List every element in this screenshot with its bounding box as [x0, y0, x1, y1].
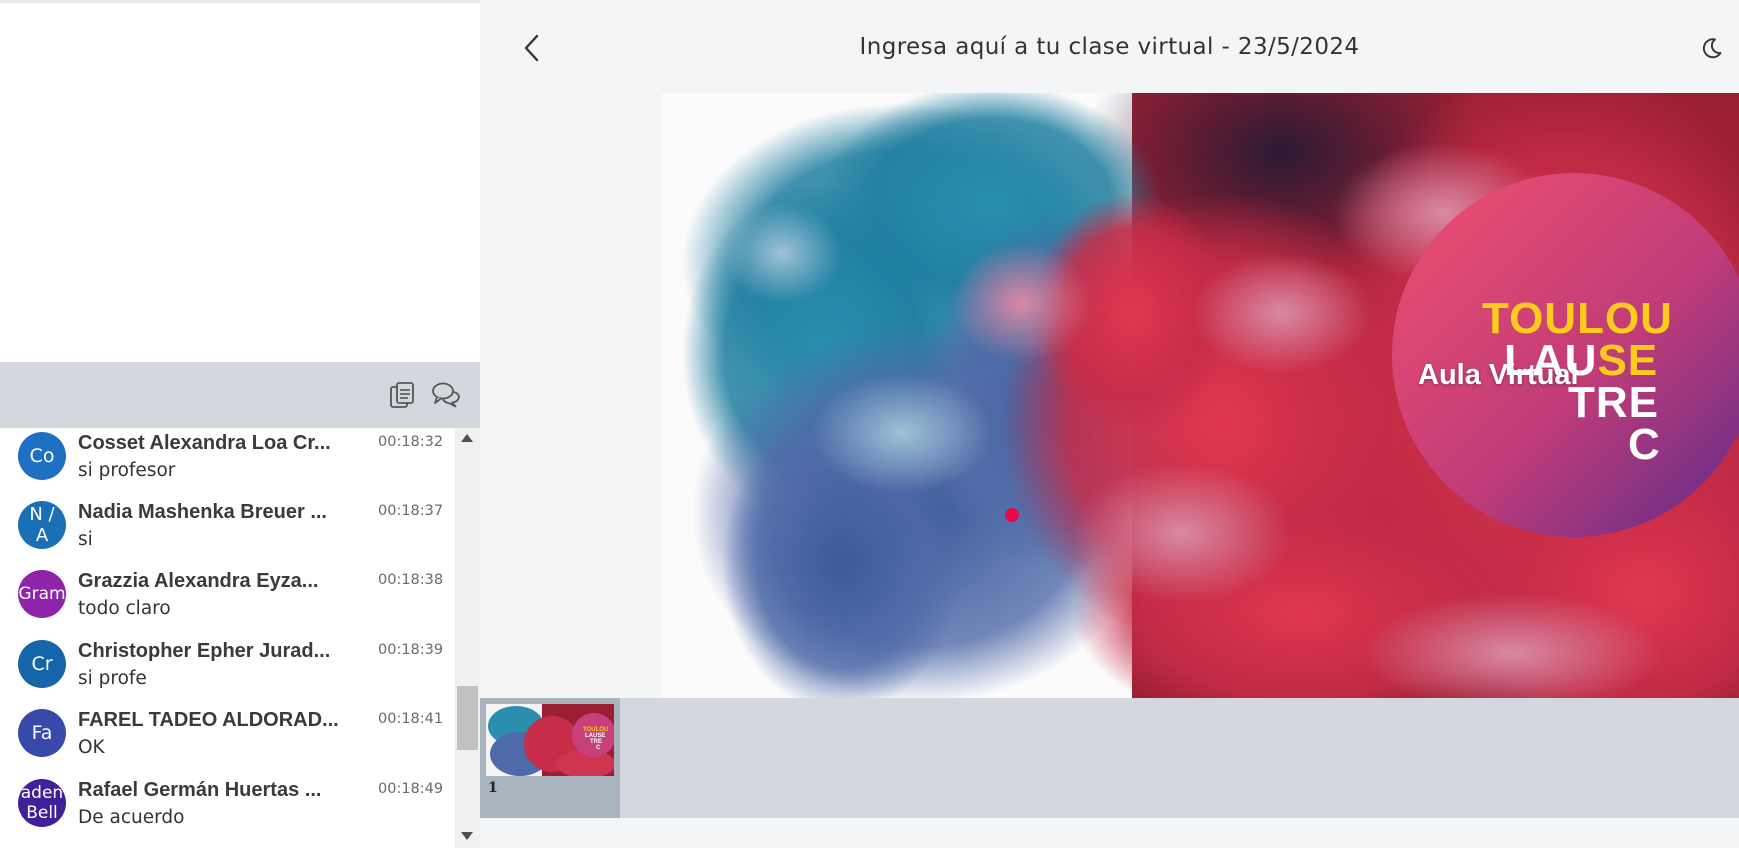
presentation-panel: Ingresa aquí a tu clase virtual - 23/5/2…	[480, 0, 1739, 848]
slide-thumbnail-strip: TOULOU LAUSE TRE C 1	[480, 698, 1739, 818]
theme-toggle-button[interactable]	[1700, 36, 1724, 60]
chat-message: Fa FAREL TADEO ALDORAD... 00:18:41 OK	[0, 705, 455, 775]
avatar: Cr	[18, 640, 66, 688]
logo-text-line: C	[1628, 420, 1661, 469]
chat-toolbar	[0, 362, 480, 428]
message-sender: Cosset Alexandra Loa Cr...	[78, 432, 331, 454]
presentation-title: Ingresa aquí a tu clase virtual - 23/5/2…	[859, 34, 1360, 60]
message-sender: Christopher Epher Jurad...	[78, 640, 331, 662]
chat-message: aden Bell Rafael Germán Huertas ... 00:1…	[0, 775, 455, 845]
left-panel: Co Cosset Alexandra Loa Cr... 00:18:32 s…	[0, 0, 480, 848]
message-sender: FAREL TADEO ALDORAD...	[78, 709, 339, 731]
message-text: todo claro	[78, 598, 171, 619]
message-time: 00:18:32	[378, 434, 444, 450]
moon-icon	[1702, 38, 1722, 59]
avatar: Gram	[18, 570, 66, 618]
message-time: 00:18:37	[378, 503, 444, 519]
slide-thumbnail[interactable]: TOULOU LAUSE TRE C 1	[480, 698, 620, 818]
slide-thumbnail-number: 1	[488, 780, 498, 796]
slide-thumbnail-image: TOULOU LAUSE TRE C	[486, 704, 614, 776]
avatar: aden Bell	[18, 779, 66, 827]
clipboard-icon[interactable]	[386, 379, 418, 411]
chat-message: Gram Grazzia Alexandra Eyza... 00:18:38 …	[0, 566, 455, 636]
presenter-pointer	[1005, 508, 1019, 522]
scroll-down-arrow-icon[interactable]	[461, 832, 473, 840]
message-sender: Rafael Germán Huertas ...	[78, 779, 322, 801]
logo-text-line: LAUSE	[1504, 336, 1659, 385]
chat-bubbles-icon[interactable]	[430, 379, 462, 411]
message-time: 00:18:49	[378, 781, 444, 797]
chat-message: N / A Nadia Mashenka Breuer ... 00:18:37…	[0, 497, 455, 567]
chat-scrollbar[interactable]	[455, 428, 480, 848]
presentation-header: Ingresa aquí a tu clase virtual - 23/5/2…	[480, 0, 1739, 93]
scroll-up-arrow-icon[interactable]	[461, 434, 473, 442]
presentation-slide: Aula Virtual TOULOU LAUSE TRE C	[662, 93, 1739, 698]
message-text: si profesor	[78, 460, 176, 481]
message-text: si profe	[78, 668, 147, 689]
message-time: 00:18:38	[378, 572, 444, 588]
chat-message-list[interactable]: Co Cosset Alexandra Loa Cr... 00:18:32 s…	[0, 428, 455, 848]
logo-text-line: TRE	[1568, 378, 1659, 427]
message-sender: Grazzia Alexandra Eyza...	[78, 570, 319, 592]
message-time: 00:18:41	[378, 711, 444, 727]
message-text: De acuerdo	[78, 807, 185, 828]
message-time: 00:18:39	[378, 642, 444, 658]
svg-text:C: C	[596, 745, 601, 751]
logo-text-line: TOULOU	[1482, 294, 1673, 343]
chat-message: Co Cosset Alexandra Loa Cr... 00:18:32 s…	[0, 428, 455, 498]
message-text: si	[78, 529, 93, 550]
message-sender: Nadia Mashenka Breuer ...	[78, 501, 327, 523]
chat-message: Cr Christopher Epher Jurad... 00:18:39 s…	[0, 636, 455, 706]
avatar: Co	[18, 432, 66, 480]
top-divider	[0, 0, 480, 3]
scrollbar-thumb[interactable]	[457, 686, 478, 750]
avatar: Fa	[18, 709, 66, 757]
message-text: OK	[78, 737, 105, 758]
avatar: N / A	[18, 501, 66, 549]
